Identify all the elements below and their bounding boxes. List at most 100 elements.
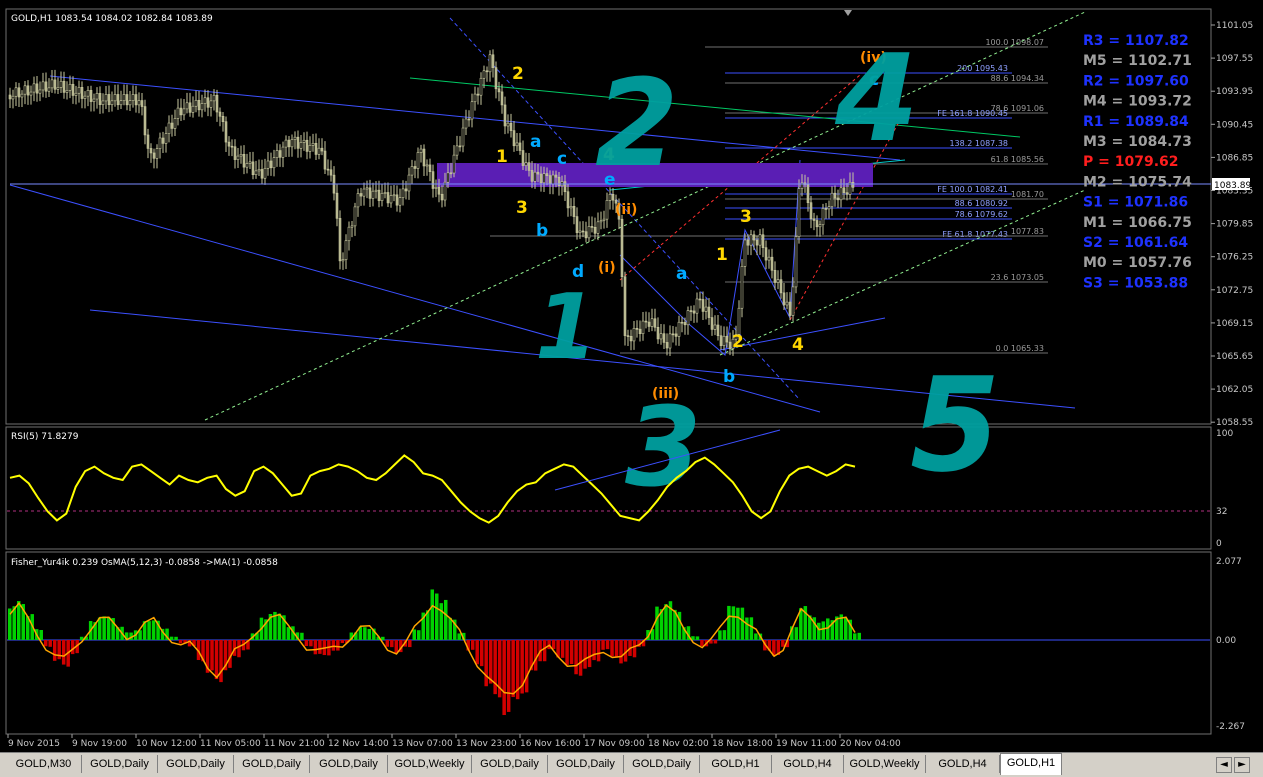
fisher-bar <box>605 640 610 650</box>
candle-body <box>182 108 186 116</box>
candle-body <box>362 188 366 197</box>
time-tick-label: 20 Nov 04:00 <box>840 739 901 749</box>
price-tick-label: 1097.55 <box>1216 54 1253 64</box>
fisher-bar <box>237 640 241 658</box>
candle-body <box>548 175 552 185</box>
pivot-label: M5 = 1102.71 <box>1083 53 1192 69</box>
candle-body <box>473 93 477 103</box>
candle-body <box>26 85 30 96</box>
fisher-bar <box>318 640 322 654</box>
candle-body <box>191 105 195 113</box>
fisher-bar <box>169 636 174 640</box>
candle-body <box>347 226 351 242</box>
fisher-bar <box>731 606 736 640</box>
candle-body <box>389 195 393 204</box>
candle-body <box>338 218 342 262</box>
candle-body <box>278 150 282 158</box>
candle-body <box>827 206 831 210</box>
candle-body <box>479 77 483 96</box>
fisher-histogram <box>8 589 861 716</box>
chart-tab[interactable]: GOLD,Daily <box>158 755 234 773</box>
candle-body <box>269 160 273 169</box>
rsi-line <box>9 454 856 524</box>
candle-body <box>743 239 747 267</box>
wave-label: a <box>530 132 541 152</box>
candle-body <box>71 83 75 96</box>
candle-body <box>668 333 672 349</box>
tab-scroll-left-icon[interactable]: ◄ <box>1216 757 1232 773</box>
candle-body <box>275 150 279 158</box>
chart-window[interactable]: 100.0 1098.07 200 1095.43 88.6 1094.34 78.6… <box>0 0 1263 752</box>
candle-body <box>638 328 642 334</box>
chart-tab[interactable]: GOLD,H4 <box>926 755 1000 773</box>
current-price-label: 1083.89 <box>1214 181 1251 191</box>
candle-body <box>134 94 138 106</box>
fisher-bar <box>826 618 830 640</box>
fisher-bar <box>677 611 682 640</box>
candle-body <box>494 67 498 90</box>
pivot-label: M1 = 1066.75 <box>1083 215 1192 231</box>
fisher-bar <box>547 640 551 650</box>
candle-body <box>587 226 591 239</box>
fib-label: 23.6 1073.05 <box>991 273 1044 282</box>
chart-tab[interactable]: GOLD,Weekly <box>844 755 926 773</box>
candle-body <box>233 146 237 160</box>
candle-body <box>422 148 426 167</box>
candle-body <box>497 88 501 93</box>
candle-body <box>308 144 312 152</box>
candle-body <box>554 174 558 178</box>
chart-tab[interactable]: GOLD,Daily <box>472 755 548 773</box>
candle-body <box>425 164 429 167</box>
candle-body <box>533 171 537 182</box>
chart-tab[interactable]: GOLD,Daily <box>234 755 310 773</box>
candle-body <box>41 81 45 91</box>
chart-tab[interactable]: GOLD,Daily <box>310 755 388 773</box>
fisher-bar <box>596 640 601 662</box>
candle-body <box>86 90 90 97</box>
candle-body <box>788 301 792 316</box>
candle-body <box>758 234 762 246</box>
chart-tab[interactable]: GOLD,Weekly <box>388 755 472 773</box>
candle-body <box>542 173 546 184</box>
chart-tab[interactable]: GOLD,H1 <box>1000 753 1062 775</box>
chart-tab[interactable]: GOLD,H4 <box>772 755 844 773</box>
chart-tab[interactable]: GOLD,Daily <box>624 755 700 773</box>
chart-tab[interactable]: GOLD,M30 <box>6 755 82 773</box>
fisher-bar <box>583 640 587 669</box>
candle-body <box>851 182 855 188</box>
fib-label: FE 161.8 1090.45 <box>937 109 1008 118</box>
tab-scroll-right-icon[interactable]: ► <box>1234 757 1250 773</box>
candle-body <box>311 143 315 146</box>
time-tick-label: 18 Nov 18:00 <box>712 739 773 749</box>
time-tick-label: 12 Nov 14:00 <box>328 739 389 749</box>
price-tick-label: 1058.55 <box>1216 418 1253 428</box>
candle-body <box>518 142 522 151</box>
big-wave-count: 5 <box>910 349 1000 501</box>
candle-body <box>128 100 132 106</box>
chart-tab[interactable]: GOLD,H1 <box>700 755 772 773</box>
chart-canvas[interactable]: 100.0 1098.07 200 1095.4388.6 1094.34 78.6… <box>0 0 1263 752</box>
candle-body <box>764 247 768 261</box>
candle-body <box>812 218 816 221</box>
candle-body <box>713 324 717 330</box>
candle-body <box>536 171 540 175</box>
candle-body <box>209 100 213 108</box>
chart-tab[interactable]: GOLD,Daily <box>548 755 624 773</box>
candle-body <box>584 231 588 239</box>
wave-label: b <box>723 367 735 387</box>
candle-body <box>104 94 108 102</box>
candle-body <box>755 239 759 246</box>
candle-body <box>125 94 129 106</box>
chart-tab[interactable]: GOLD,Daily <box>82 755 158 773</box>
candle-body <box>107 94 111 106</box>
candle-body <box>674 333 678 337</box>
fib-label: 1081.70 <box>1011 190 1044 199</box>
chart-shift-marker[interactable] <box>844 10 852 16</box>
fisher-bar <box>385 640 390 647</box>
chart-tabs-bar: GOLD,M30 GOLD,Daily GOLD,Daily GOLD,Daily GO… <box>0 752 1263 777</box>
candle-body <box>785 301 789 306</box>
candle-body <box>455 145 459 156</box>
fisher-bar <box>39 629 43 640</box>
price-tick-label: 1069.15 <box>1216 319 1253 329</box>
candle-body <box>446 172 450 183</box>
